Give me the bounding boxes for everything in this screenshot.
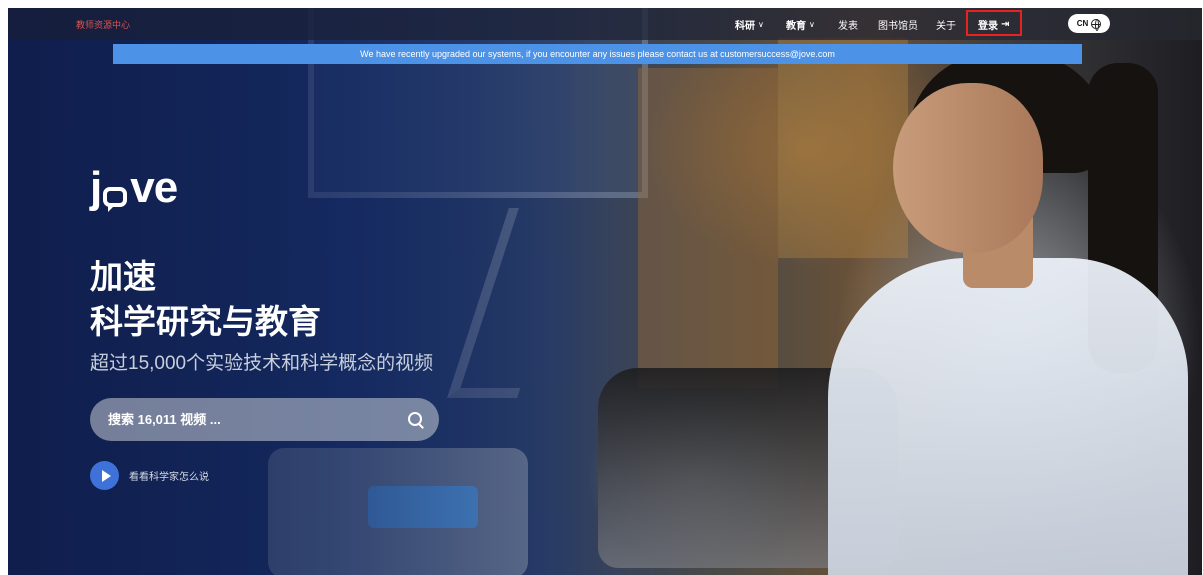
language-selector[interactable]: CN <box>1068 14 1110 33</box>
chevron-down-icon: ∨ <box>758 20 764 29</box>
nav-label-librarians: 图书馆员 <box>878 21 918 32</box>
search-bar <box>90 398 439 441</box>
nav-item-publish[interactable]: 发表 <box>838 17 858 32</box>
chevron-down-icon: ∨ <box>809 20 815 29</box>
login-icon: ⇥ <box>1001 19 1010 30</box>
hero-headline-line1: 加速 <box>90 258 156 295</box>
lab-device-image <box>268 448 528 575</box>
nav-label-education: 教育 <box>786 21 806 32</box>
watch-scientists-link[interactable]: 看看科学家怎么说 <box>90 461 209 490</box>
nav-label-about: 关于 <box>936 21 956 32</box>
speech-bubble-icon <box>103 187 128 212</box>
jove-logo[interactable]: j ve <box>90 163 178 213</box>
logo-text-right: ve <box>130 163 178 212</box>
lab-pot-image <box>598 368 898 568</box>
device-screen-image <box>368 486 478 528</box>
nav-label-publish: 发表 <box>838 21 858 32</box>
login-label: 登录 <box>978 21 998 32</box>
nav-item-research[interactable]: 科研 ∨ <box>735 17 764 32</box>
logo-text-left: j <box>90 163 102 212</box>
search-icon[interactable] <box>407 411 425 429</box>
login-button[interactable]: 登录 ⇥ <box>978 17 1009 32</box>
shelf-bracket-image <box>447 208 579 398</box>
scientist-coat-image <box>828 258 1188 575</box>
play-button[interactable] <box>90 461 119 490</box>
hero-headline-line2: 科学研究与教育 <box>90 303 321 340</box>
scientist-face-image <box>893 83 1043 253</box>
announcement-text: We have recently upgraded our systems, i… <box>360 49 835 59</box>
hero-subheadline: 超过15,000个实验技术和科学概念的视频 <box>90 353 434 374</box>
language-label: CN <box>1076 19 1089 28</box>
search-input[interactable] <box>108 412 407 427</box>
scientist-hair-image <box>1088 63 1158 373</box>
globe-icon <box>1091 18 1102 31</box>
nav-item-education[interactable]: 教育 ∨ <box>786 17 815 32</box>
scientist-neck-image <box>963 208 1033 288</box>
top-navigation-bar <box>8 8 1202 40</box>
nav-label-research: 科研 <box>735 21 755 32</box>
teacher-resource-link[interactable]: 教师资源中心 <box>76 18 130 31</box>
watch-label: 看看科学家怎么说 <box>129 472 209 483</box>
cabinet-shelf-image <box>778 38 908 258</box>
nav-item-librarians[interactable]: 图书馆员 <box>878 17 918 32</box>
play-icon <box>101 469 111 482</box>
cabinet-image <box>638 68 778 388</box>
scientist-head-hair-image <box>908 53 1108 173</box>
nav-item-about[interactable]: 关于 <box>936 17 956 32</box>
announcement-banner: We have recently upgraded our systems, i… <box>113 44 1082 64</box>
